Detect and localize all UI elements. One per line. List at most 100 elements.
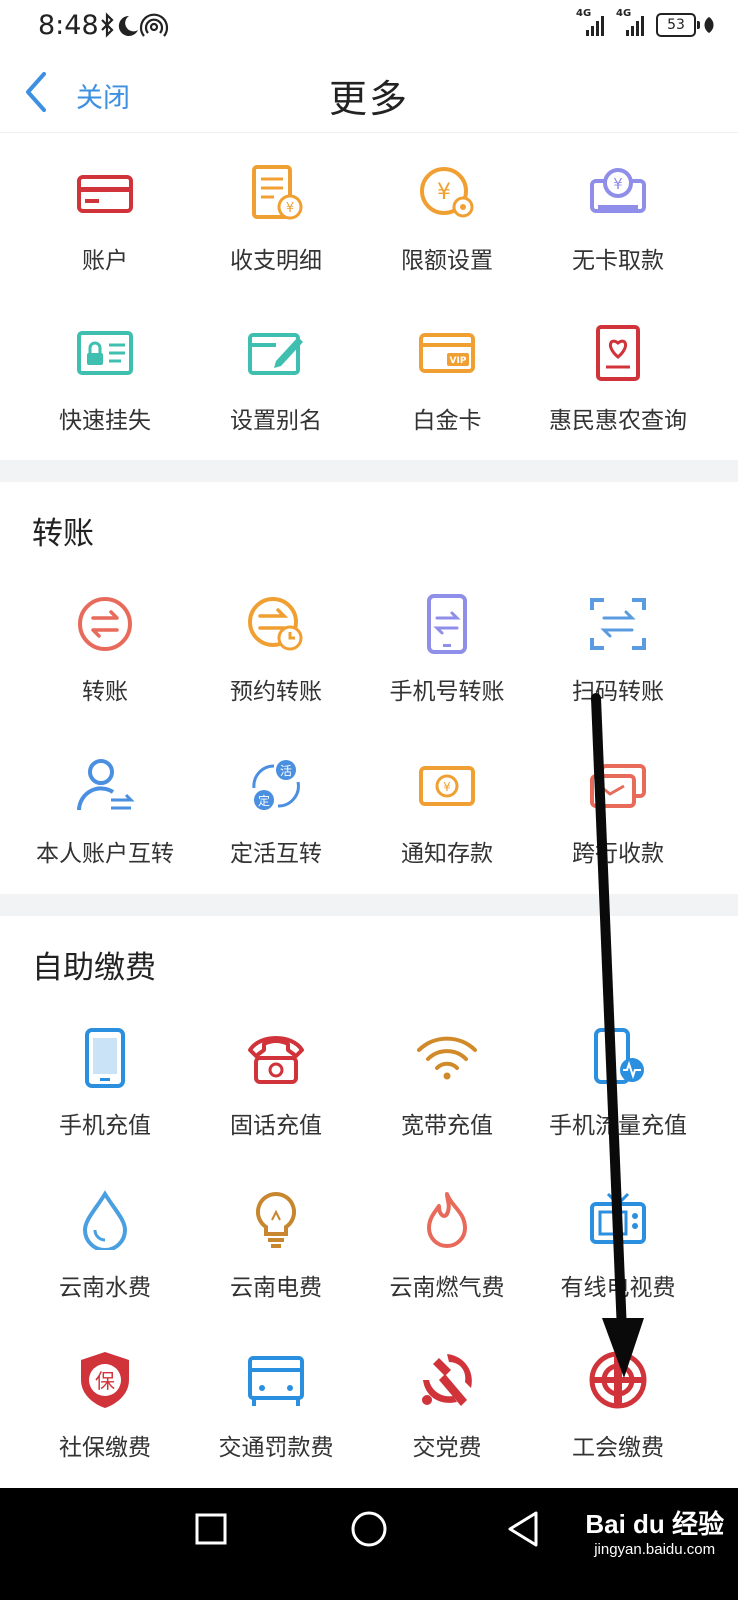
grid-item-interbank[interactable]: 跨行收款 bbox=[526, 736, 710, 886]
notice-deposit-icon: ¥ bbox=[419, 766, 475, 806]
grid-item-scheduled[interactable]: 预约转账 bbox=[184, 574, 368, 724]
benefit-query-icon bbox=[596, 325, 640, 381]
mobile-data-icon bbox=[594, 1028, 644, 1084]
home-icon[interactable] bbox=[350, 1510, 388, 1548]
grid-item-mobile-data[interactable]: 手机流量充值 bbox=[526, 1008, 710, 1158]
grid-item-phone-transfer[interactable]: 手机号转账 bbox=[355, 574, 539, 724]
grid-item-broadband[interactable]: 宽带充值 bbox=[355, 1008, 539, 1158]
grid-item-label: 快速挂失 bbox=[59, 408, 151, 434]
page-title: 更多 bbox=[328, 77, 409, 121]
own-account-transfer-icon bbox=[77, 759, 135, 811]
card-icon bbox=[77, 175, 133, 213]
grid-item-cardless[interactable]: ¥ 无卡取款 bbox=[526, 143, 710, 293]
scan-transfer-icon bbox=[590, 598, 646, 650]
network-type-2: 4G bbox=[616, 8, 632, 19]
grid-item-telephone[interactable]: 固话充值 bbox=[184, 1008, 368, 1158]
watermark: Bai du 经验 jingyan.baidu.com bbox=[585, 1504, 724, 1558]
watermark-url: jingyan.baidu.com bbox=[594, 1541, 716, 1558]
phone-transfer-icon bbox=[427, 594, 467, 654]
watermark-brand: Bai du 经验 bbox=[585, 1509, 724, 1539]
grid-item-label: 云南水费 bbox=[59, 1275, 151, 1301]
limit-settings-icon: ¥ bbox=[420, 167, 474, 218]
grid-item-label: 社保缴费 bbox=[59, 1435, 151, 1461]
svg-text:¥: ¥ bbox=[286, 201, 294, 216]
water-drop-icon bbox=[82, 1190, 128, 1250]
grid-item-label: 无卡取款 bbox=[572, 248, 664, 274]
svg-text:¥: ¥ bbox=[437, 180, 451, 205]
signal-icon-2: 4G bbox=[616, 8, 650, 38]
section-divider bbox=[0, 460, 738, 482]
tv-icon bbox=[590, 1192, 646, 1244]
light-bulb-icon bbox=[255, 1191, 297, 1248]
grid-item-water[interactable]: 云南水费 bbox=[13, 1170, 197, 1320]
grid-item-party-fee[interactable]: 交党费 bbox=[355, 1330, 539, 1480]
status-time: 8:48 bbox=[38, 10, 99, 41]
grid-item-transfer[interactable]: 转账 bbox=[13, 574, 197, 724]
grid-item-label: 交通罚款费 bbox=[218, 1435, 334, 1461]
grid-item-label: 手机号转账 bbox=[389, 679, 505, 705]
grid-item-alias[interactable]: 设置别名 bbox=[184, 303, 368, 453]
grid-item-label: 有线电视费 bbox=[560, 1275, 676, 1301]
grid-item-social-security[interactable]: 保 社保缴费 bbox=[13, 1330, 197, 1480]
back-triangle-icon[interactable] bbox=[506, 1510, 540, 1548]
network-type-1: 4G bbox=[576, 8, 592, 19]
grid-item-label: 手机充值 bbox=[59, 1113, 151, 1139]
grid-item-statement[interactable]: ¥ 收支明细 bbox=[184, 143, 368, 293]
status-bar: 8:48 4G 4G 53 bbox=[0, 0, 738, 52]
moon-icon bbox=[118, 15, 138, 36]
grid-item-label: 云南燃气费 bbox=[389, 1275, 505, 1301]
grid-item-label: 本人账户互转 bbox=[36, 841, 174, 867]
grid-item-platinum[interactable]: VIP 白金卡 bbox=[355, 303, 539, 453]
recent-apps-icon[interactable] bbox=[194, 1512, 228, 1546]
grid-item-mobile-recharge[interactable]: 手机充值 bbox=[13, 1008, 197, 1158]
grid-item-scan-transfer[interactable]: 扫码转账 bbox=[526, 574, 710, 724]
grid-item-label: 交党费 bbox=[412, 1435, 482, 1461]
alias-edit-icon bbox=[248, 333, 303, 375]
grid-item-label: 白金卡 bbox=[412, 408, 482, 434]
svg-text:VIP: VIP bbox=[450, 356, 467, 366]
grid-item-benefit[interactable]: 惠民惠农查询 bbox=[526, 303, 710, 453]
grid-item-label: 收支明细 bbox=[230, 248, 322, 274]
grid-item-label: 固话充值 bbox=[230, 1113, 322, 1139]
section-title-transfer: 转账 bbox=[32, 516, 94, 552]
grid-item-trade-union[interactable]: 工会缴费 bbox=[526, 1330, 710, 1480]
grid-item-label: 预约转账 bbox=[230, 679, 322, 705]
traffic-fine-icon bbox=[248, 1356, 304, 1406]
grid-item-label: 惠民惠农查询 bbox=[549, 408, 687, 434]
grid-item-fixed-current[interactable]: 活定 定活互转 bbox=[184, 736, 368, 886]
bluetooth-icon bbox=[101, 12, 114, 38]
svg-text:定: 定 bbox=[258, 793, 270, 808]
grid-item-account[interactable]: 账户 bbox=[13, 143, 197, 293]
battery-icon: 53 bbox=[656, 13, 700, 37]
section-title-payment: 自助缴费 bbox=[32, 950, 156, 986]
grid-item-label: 扫码转账 bbox=[572, 679, 664, 705]
grid-item-label: 账户 bbox=[82, 248, 128, 274]
grid-item-report-loss[interactable]: 快速挂失 bbox=[13, 303, 197, 453]
status-right: 4G 4G 53 bbox=[576, 8, 716, 38]
svg-text:保: 保 bbox=[95, 1369, 115, 1393]
grid-item-label: 云南电费 bbox=[230, 1275, 322, 1301]
grid-item-limit[interactable]: ¥ 限额设置 bbox=[355, 143, 539, 293]
svg-text:¥: ¥ bbox=[443, 780, 451, 794]
grid-item-label: 通知存款 bbox=[401, 841, 493, 867]
telephone-icon bbox=[248, 1036, 304, 1084]
grid-item-label: 工会缴费 bbox=[572, 1435, 664, 1461]
cardless-withdrawal-icon: ¥ bbox=[590, 168, 646, 213]
grid-item-electricity[interactable]: 云南电费 bbox=[184, 1170, 368, 1320]
grid-item-traffic-fine[interactable]: 交通罚款费 bbox=[184, 1330, 368, 1480]
grid-item-gas[interactable]: 云南燃气费 bbox=[355, 1170, 539, 1320]
grid-item-label: 限额设置 bbox=[401, 248, 493, 274]
grid-item-cable-tv[interactable]: 有线电视费 bbox=[526, 1170, 710, 1320]
grid-item-notice-deposit[interactable]: ¥ 通知存款 bbox=[355, 736, 539, 886]
grid-item-label: 宽带充值 bbox=[401, 1113, 493, 1139]
svg-text:¥: ¥ bbox=[613, 175, 623, 193]
trade-union-icon bbox=[589, 1351, 647, 1409]
grid-item-label: 转账 bbox=[82, 679, 128, 705]
interbank-collection-icon bbox=[590, 764, 646, 808]
account-section: 账户 ¥ 收支明细 ¥ 限额设置 ¥ 无卡取款 快速挂失 设置别名 VIP 白金… bbox=[0, 133, 738, 460]
grid-item-own-transfer[interactable]: 本人账户互转 bbox=[13, 736, 197, 886]
social-security-shield-icon: 保 bbox=[81, 1352, 129, 1408]
status-icons bbox=[101, 12, 169, 38]
hotspot-icon bbox=[139, 13, 169, 37]
grid-item-label: 跨行收款 bbox=[572, 841, 664, 867]
